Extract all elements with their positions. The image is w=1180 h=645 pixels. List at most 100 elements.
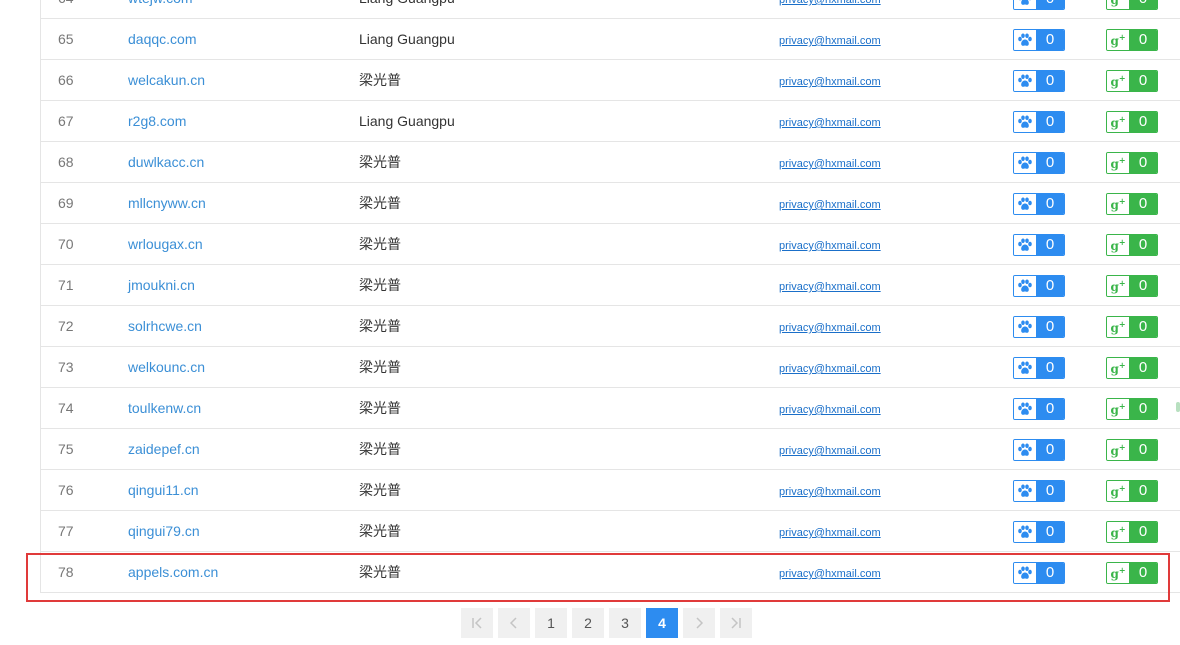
google-index-badge[interactable]: g+0	[1106, 398, 1158, 420]
google-count: 0	[1129, 0, 1157, 9]
domain-link[interactable]: daqqc.com	[128, 19, 196, 59]
domain-link[interactable]: mllcnyww.cn	[128, 183, 206, 223]
registrant-email-link[interactable]: privacy@hxmail.com	[779, 349, 881, 389]
domain-link[interactable]: qingui79.cn	[128, 511, 200, 551]
baidu-count: 0	[1036, 153, 1064, 173]
table-row: 68 duwlkacc.cn 梁光普 privacy@hxmail.com 0 g+ 0	[41, 142, 1180, 183]
google-index-badge[interactable]: g+0	[1106, 193, 1158, 215]
next-page-button[interactable]	[683, 608, 715, 638]
baidu-index-badge[interactable]: 0	[1013, 562, 1065, 584]
domain-link[interactable]: jmoukni.cn	[128, 265, 195, 305]
google-index-badge[interactable]: g+0	[1106, 29, 1158, 51]
page-button-2[interactable]: 2	[572, 608, 604, 638]
baidu-index-badge[interactable]: 0	[1013, 0, 1065, 10]
registrant-email-link[interactable]: privacy@hxmail.com	[779, 431, 881, 471]
page-button-3[interactable]: 3	[609, 608, 641, 638]
baidu-index-badge[interactable]: 0	[1013, 193, 1065, 215]
baidu-index-badge[interactable]: 0	[1013, 316, 1065, 338]
row-number: 67	[58, 113, 74, 129]
google-count: 0	[1129, 358, 1157, 378]
paw-icon	[1014, 563, 1036, 583]
baidu-index-badge[interactable]: 0	[1013, 29, 1065, 51]
baidu-index-badge[interactable]: 0	[1013, 152, 1065, 174]
google-count: 0	[1129, 194, 1157, 214]
registrant-email-link[interactable]: privacy@hxmail.com	[779, 226, 881, 266]
domain-link[interactable]: welcakun.cn	[128, 60, 205, 100]
google-plus-icon: g+	[1107, 112, 1129, 132]
domain-link[interactable]: appels.com.cn	[128, 552, 218, 592]
baidu-index-badge[interactable]: 0	[1013, 439, 1065, 461]
google-count: 0	[1129, 440, 1157, 460]
row-number: 77	[58, 523, 74, 539]
google-count: 0	[1129, 317, 1157, 337]
domain-link[interactable]: solrhcwe.cn	[128, 306, 202, 346]
scroll-edge-marker	[1176, 402, 1180, 412]
google-index-badge[interactable]: g+0	[1106, 316, 1158, 338]
domain-link[interactable]: r2g8.com	[128, 101, 186, 141]
domain-link[interactable]: qingui11.cn	[128, 470, 199, 510]
google-index-badge[interactable]: g+0	[1106, 70, 1158, 92]
registrant-email-link[interactable]: privacy@hxmail.com	[779, 513, 881, 553]
registrant-name: 梁光普	[359, 318, 401, 334]
registrant-email-link[interactable]: privacy@hxmail.com	[779, 554, 881, 594]
row-number: 72	[58, 318, 74, 334]
baidu-index-badge[interactable]: 0	[1013, 275, 1065, 297]
registrant-name: 梁光普	[359, 236, 401, 252]
google-index-badge[interactable]: g+0	[1106, 275, 1158, 297]
row-number: 78	[58, 564, 74, 580]
row-number: 68	[58, 154, 74, 170]
baidu-index-badge[interactable]: 0	[1013, 398, 1065, 420]
registrant-name: Liang Guangpu	[359, 31, 455, 47]
google-plus-icon: g+	[1107, 194, 1129, 214]
registrant-name: Liang Guangpu	[359, 0, 455, 18]
registrant-email-link[interactable]: privacy@hxmail.com	[779, 62, 881, 102]
google-index-badge[interactable]: g+0	[1106, 234, 1158, 256]
google-plus-icon: g+	[1107, 440, 1129, 460]
table-row: 65 daqqc.com Liang Guangpu privacy@hxmail.c…	[41, 19, 1180, 60]
baidu-index-badge[interactable]: 0	[1013, 70, 1065, 92]
domain-link[interactable]: toulkenw.cn	[128, 388, 201, 428]
google-index-badge[interactable]: g+0	[1106, 439, 1158, 461]
baidu-index-badge[interactable]: 0	[1013, 480, 1065, 502]
registrant-email-link[interactable]: privacy@hxmail.com	[779, 0, 881, 20]
baidu-index-badge[interactable]: 0	[1013, 521, 1065, 543]
registrant-name: 梁光普	[359, 523, 401, 539]
registrant-email-link[interactable]: privacy@hxmail.com	[779, 267, 881, 307]
baidu-index-badge[interactable]: 0	[1013, 234, 1065, 256]
page-button-4[interactable]: 4	[646, 608, 678, 638]
domain-link[interactable]: welkounc.cn	[128, 347, 205, 387]
google-index-badge[interactable]: g+0	[1106, 480, 1158, 502]
domain-link[interactable]: wrlougax.cn	[128, 224, 203, 264]
google-index-badge[interactable]: g+0	[1106, 562, 1158, 584]
registrant-email-link[interactable]: privacy@hxmail.com	[779, 103, 881, 143]
google-index-badge[interactable]: g+0	[1106, 152, 1158, 174]
registrant-name: 梁光普	[359, 441, 401, 457]
google-count: 0	[1129, 71, 1157, 91]
baidu-index-badge[interactable]: 0	[1013, 111, 1065, 133]
last-page-button[interactable]	[720, 608, 752, 638]
first-page-button[interactable]	[461, 608, 493, 638]
baidu-count: 0	[1036, 30, 1064, 50]
registrant-email-link[interactable]: privacy@hxmail.com	[779, 144, 881, 184]
domain-link[interactable]: duwlkacc.cn	[128, 142, 204, 182]
page-button-1[interactable]: 1	[535, 608, 567, 638]
google-index-badge[interactable]: g+0	[1106, 0, 1158, 10]
chevron-left-icon	[509, 617, 517, 629]
domain-link[interactable]: zaidepef.cn	[128, 429, 200, 469]
google-index-badge[interactable]: g+0	[1106, 521, 1158, 543]
google-index-badge[interactable]: g+0	[1106, 111, 1158, 133]
baidu-count: 0	[1036, 317, 1064, 337]
google-index-badge[interactable]: g+0	[1106, 357, 1158, 379]
registrant-email-link[interactable]: privacy@hxmail.com	[779, 390, 881, 430]
table-row: 69 mllcnyww.cn 梁光普 privacy@hxmail.com 0 g+ 0	[41, 183, 1180, 224]
paw-icon	[1014, 112, 1036, 132]
registrant-email-link[interactable]: privacy@hxmail.com	[779, 472, 881, 512]
registrant-email-link[interactable]: privacy@hxmail.com	[779, 185, 881, 225]
registrant-email-link[interactable]: privacy@hxmail.com	[779, 308, 881, 348]
table-row: 67 r2g8.com Liang Guangpu privacy@hxmail.co…	[41, 101, 1180, 142]
baidu-index-badge[interactable]: 0	[1013, 357, 1065, 379]
prev-page-button[interactable]	[498, 608, 530, 638]
domain-link[interactable]: wtejw.com	[128, 0, 193, 18]
table-row: 78 appels.com.cn 梁光普 privacy@hxmail.com 0 g+ 0	[41, 552, 1180, 593]
registrant-email-link[interactable]: privacy@hxmail.com	[779, 21, 881, 61]
